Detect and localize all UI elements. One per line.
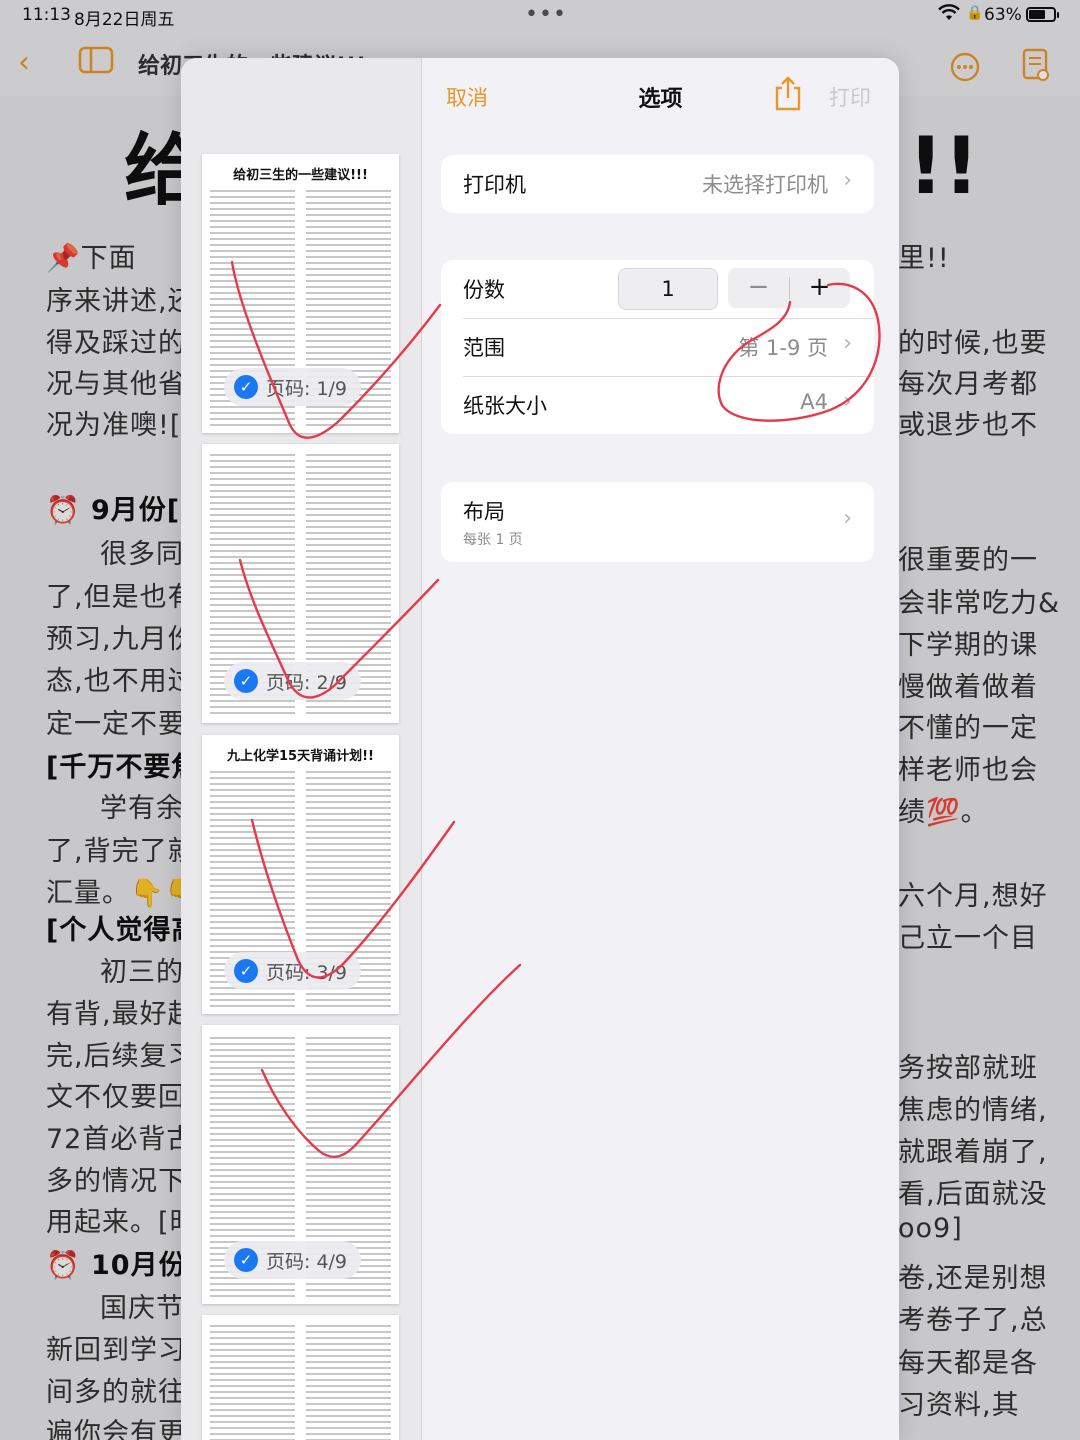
page-preview-3[interactable]: 九上化学15天背诵计划!! ✓ 页码: 3/9 <box>202 735 399 1014</box>
page-number-label: 页码: 4/9 <box>266 1250 348 1273</box>
share-icon[interactable] <box>773 76 803 112</box>
options-pane: 取消 选项 打印 打印机 未选择打印机 › 份数 1 − + 范围 第 1-9 … <box>422 58 899 1440</box>
printer-row[interactable]: 打印机 未选择打印机 › <box>441 155 874 213</box>
chevron-right-icon: › <box>843 168 852 193</box>
layout-label: 布局 <box>463 500 505 524</box>
page-number-badge[interactable]: ✓ 页码: 1/9 <box>224 368 362 406</box>
copies-row: 份数 1 − + <box>441 260 874 318</box>
paper-size-value: A4 <box>800 390 828 414</box>
print-button[interactable]: 打印 <box>829 82 871 112</box>
options-header: 取消 选项 打印 <box>422 58 899 134</box>
chevron-right-icon: › <box>843 389 852 414</box>
checkmark-icon: ✓ <box>234 959 258 983</box>
options-title: 选项 <box>638 87 683 112</box>
layout-card[interactable]: 布局 每张 1 页 › <box>441 482 874 562</box>
chevron-right-icon: › <box>843 331 852 356</box>
range-row[interactable]: 范围 第 1-9 页 › <box>441 318 874 376</box>
page-preview-list[interactable]: 给初三生的一些建议!!! ✓ 页码: 1/9 ✓ 页码: 2/9 九上化学15天… <box>181 58 422 1440</box>
print-settings-card: 份数 1 − + 范围 第 1-9 页 › 纸张大小 A4 › <box>441 260 874 434</box>
layout-value: 每张 1 页 <box>463 532 523 548</box>
page-preview-title: 九上化学15天背诵计划!! <box>227 749 374 764</box>
copies-stepper[interactable]: − + <box>728 268 850 308</box>
page-preview-title: 给初三生的一些建议!!! <box>233 168 368 183</box>
page-preview-2[interactable]: ✓ 页码: 2/9 <box>202 444 399 723</box>
page-number-label: 页码: 1/9 <box>266 377 348 400</box>
printer-label: 打印机 <box>463 173 526 197</box>
page-preview-1[interactable]: 给初三生的一些建议!!! ✓ 页码: 1/9 <box>202 154 399 433</box>
paper-size-label: 纸张大小 <box>463 394 547 418</box>
printer-value: 未选择打印机 <box>702 173 828 197</box>
checkmark-icon: ✓ <box>234 375 258 399</box>
page-number-label: 页码: 2/9 <box>266 671 348 694</box>
checkmark-icon: ✓ <box>234 669 258 693</box>
copies-label: 份数 <box>463 278 505 302</box>
range-label: 范围 <box>463 336 505 360</box>
increment-button[interactable]: + <box>789 268 850 308</box>
range-value: 第 1-9 页 <box>738 336 828 360</box>
page-number-badge[interactable]: ✓ 页码: 4/9 <box>224 1241 362 1279</box>
page-preview-5[interactable] <box>202 1315 399 1440</box>
page-number-badge[interactable]: ✓ 页码: 2/9 <box>224 662 362 700</box>
chevron-right-icon: › <box>843 506 852 531</box>
decrement-button[interactable]: − <box>728 268 789 308</box>
copies-input[interactable]: 1 <box>618 268 718 310</box>
print-options-sheet: 给初三生的一些建议!!! ✓ 页码: 1/9 ✓ 页码: 2/9 九上化学15天… <box>181 58 899 1440</box>
paper-size-row[interactable]: 纸张大小 A4 › <box>441 376 874 434</box>
page-text-placeholder <box>210 1325 391 1440</box>
page-preview-4[interactable]: ✓ 页码: 4/9 <box>202 1025 399 1304</box>
checkmark-icon: ✓ <box>234 1248 258 1272</box>
printer-card: 打印机 未选择打印机 › <box>441 155 874 213</box>
page-number-label: 页码: 3/9 <box>266 961 348 984</box>
page-number-badge[interactable]: ✓ 页码: 3/9 <box>224 952 362 990</box>
